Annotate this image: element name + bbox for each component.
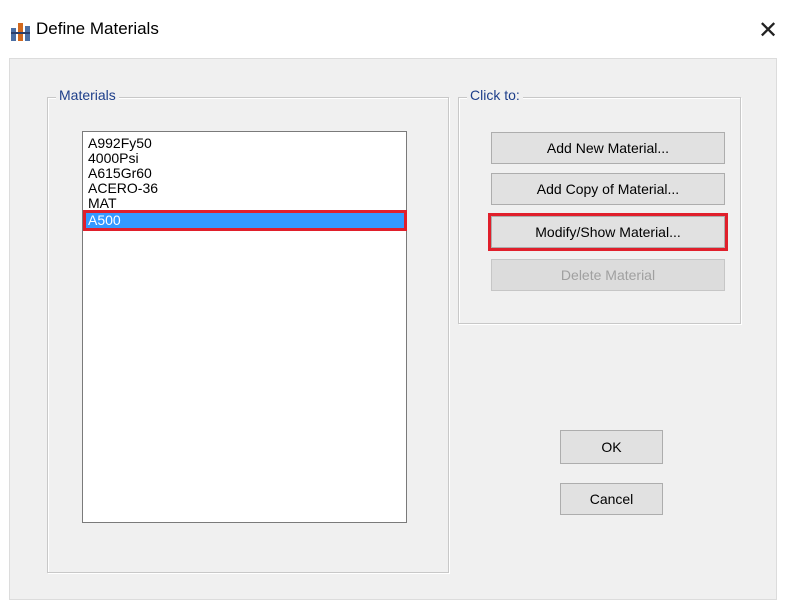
list-item-selected[interactable]: A500 <box>83 210 407 231</box>
click-to-group-label: Click to: <box>467 87 523 103</box>
materials-group: Materials A992Fy50 4000Psi A615Gr60 ACER… <box>47 87 449 573</box>
title-bar: Define Materials ✕ <box>0 0 786 58</box>
delete-material-button: Delete Material <box>491 259 725 291</box>
close-icon[interactable]: ✕ <box>754 14 782 48</box>
list-item[interactable]: MAT <box>86 196 404 211</box>
ok-button[interactable]: OK <box>560 430 663 464</box>
app-icon <box>11 23 31 41</box>
cancel-button[interactable]: Cancel <box>560 483 663 515</box>
window-title: Define Materials <box>36 19 159 38</box>
list-item[interactable]: 4000Psi <box>86 151 404 166</box>
dialog-body: Materials A992Fy50 4000Psi A615Gr60 ACER… <box>9 58 777 600</box>
add-copy-material-button[interactable]: Add Copy of Material... <box>491 173 725 205</box>
materials-listbox[interactable]: A992Fy50 4000Psi A615Gr60 ACERO-36 MAT A… <box>82 131 407 523</box>
modify-show-material-button[interactable]: Modify/Show Material... <box>488 213 728 251</box>
list-item[interactable]: A615Gr60 <box>86 166 404 181</box>
list-item[interactable]: A992Fy50 <box>86 136 404 151</box>
add-new-material-button[interactable]: Add New Material... <box>491 132 725 164</box>
materials-group-label: Materials <box>56 87 119 103</box>
list-item[interactable]: ACERO-36 <box>86 181 404 196</box>
